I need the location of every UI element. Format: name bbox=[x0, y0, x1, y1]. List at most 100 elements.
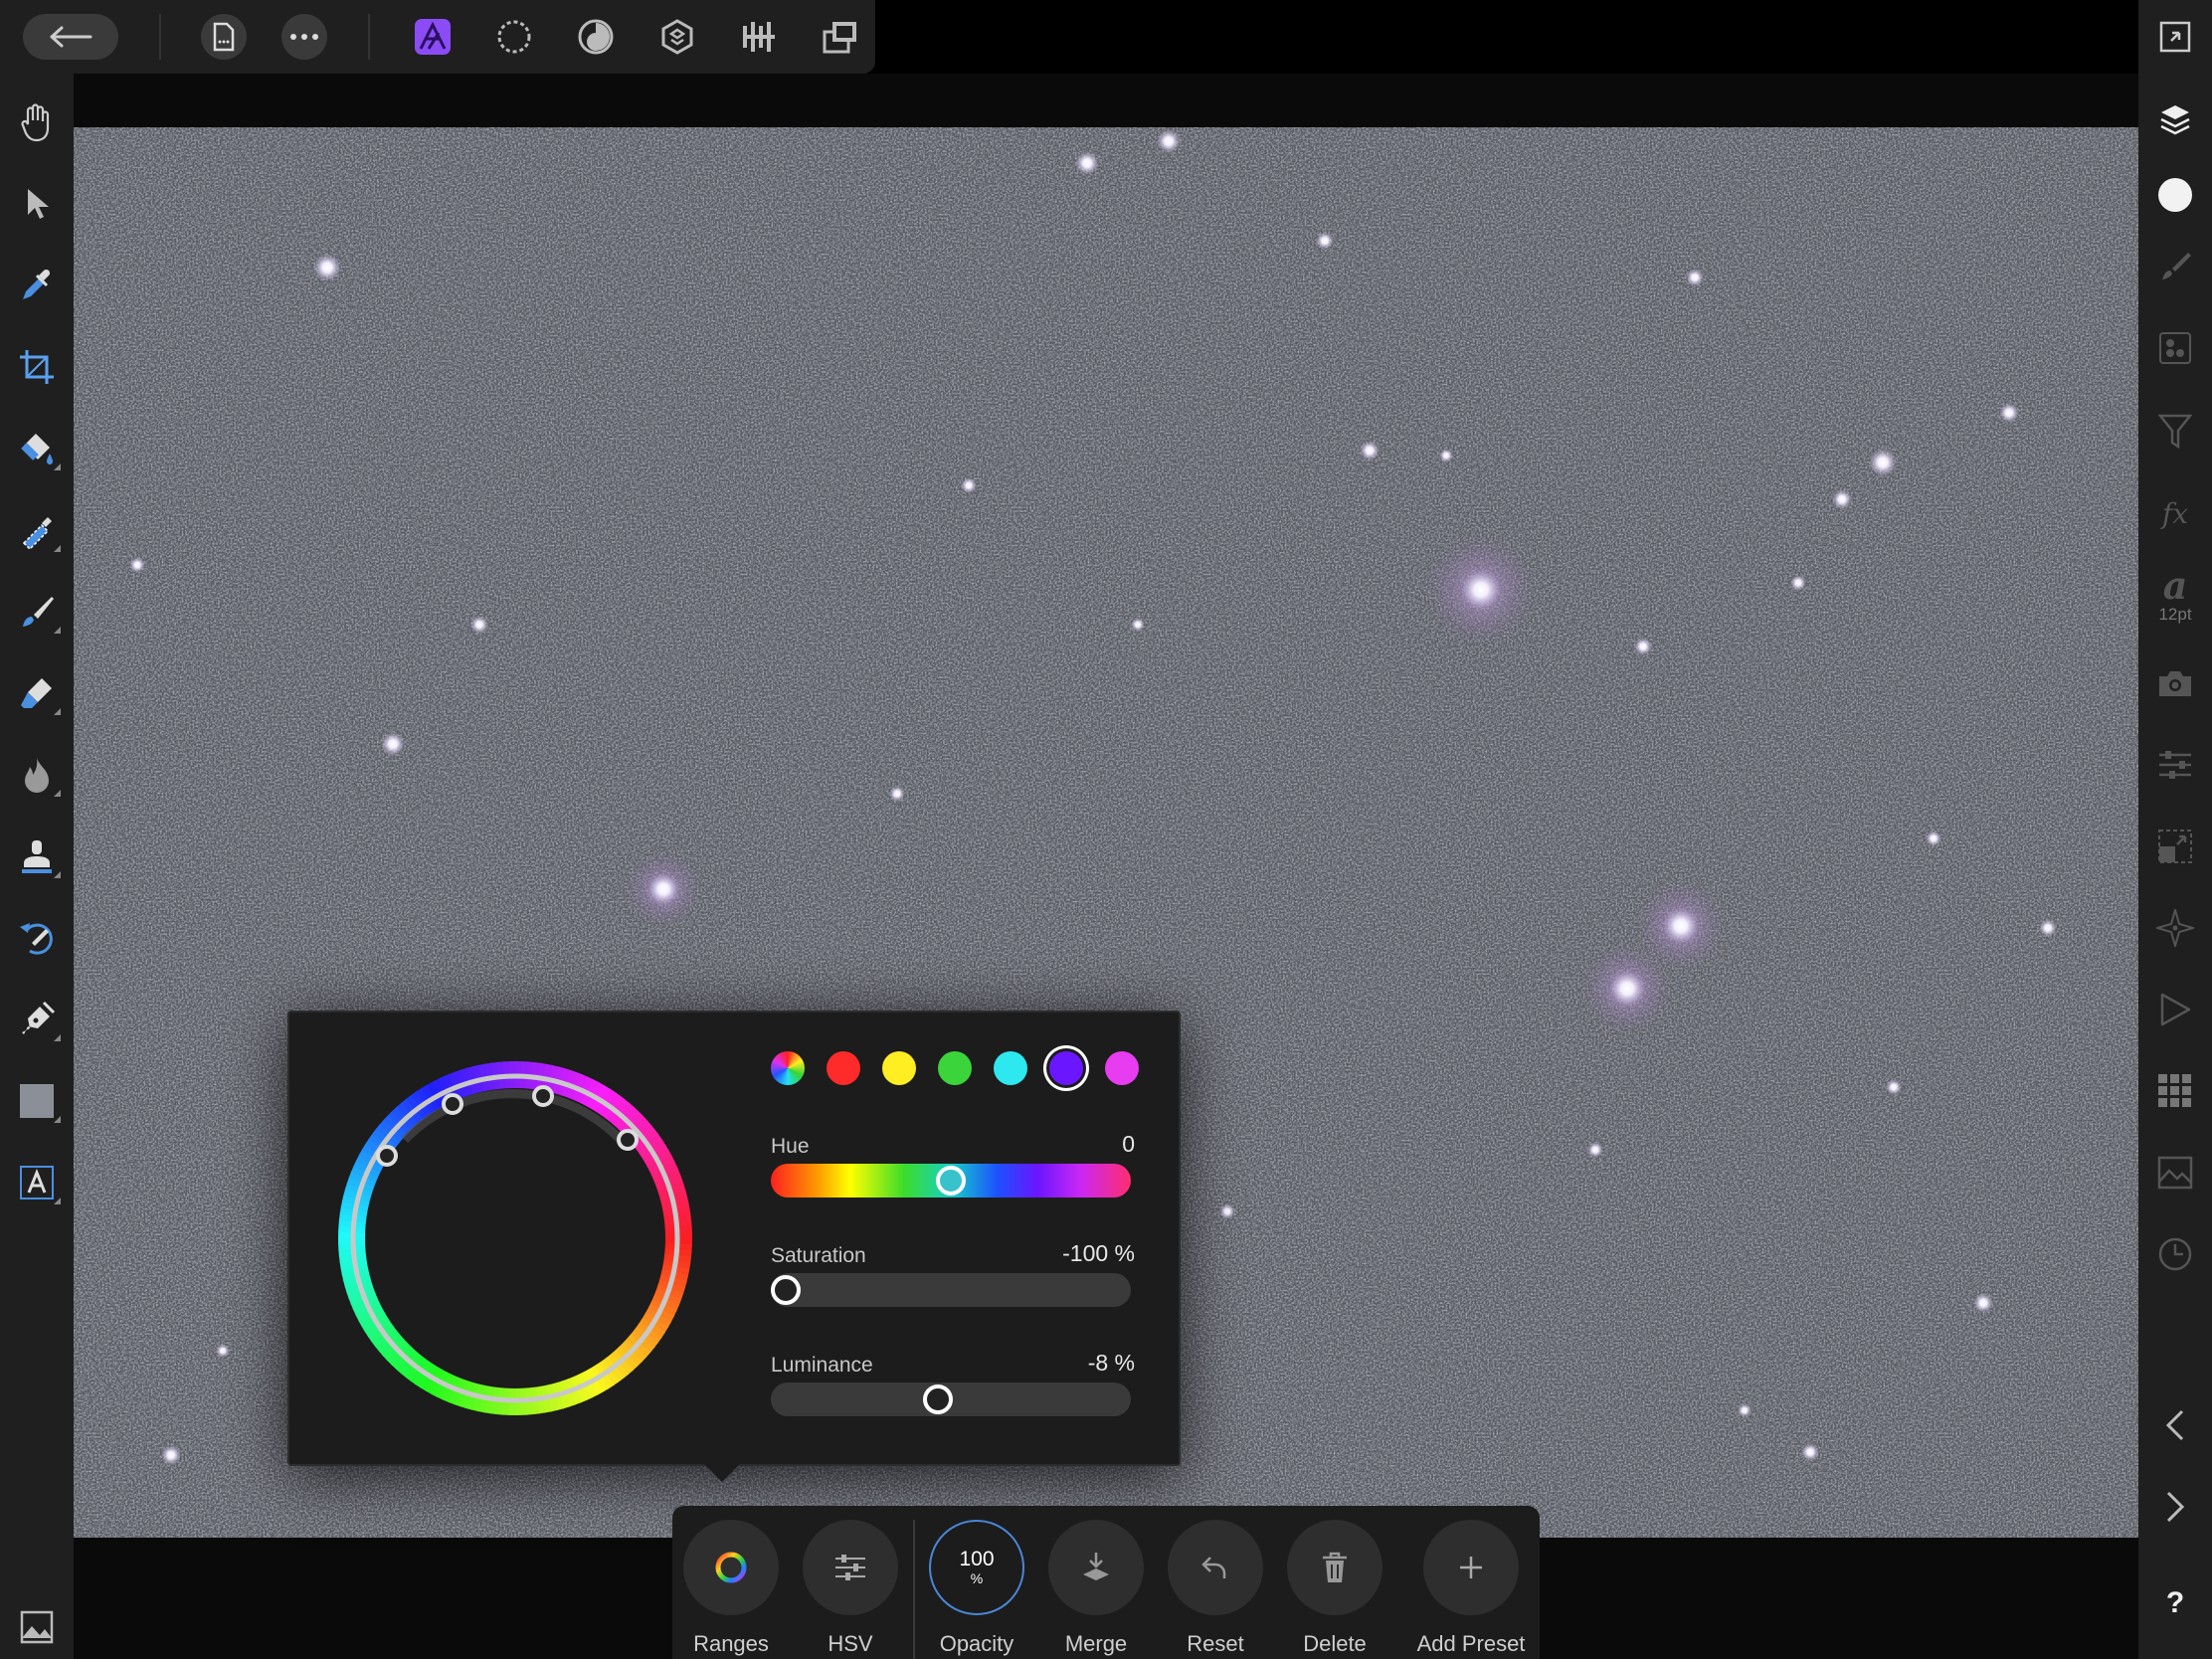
develop-persona-button[interactable] bbox=[573, 14, 619, 60]
swatch-yellow[interactable] bbox=[882, 1051, 916, 1085]
layout-button[interactable] bbox=[818, 14, 863, 60]
export-persona-button[interactable] bbox=[736, 14, 782, 60]
luminance-slider-knob[interactable] bbox=[922, 1384, 953, 1414]
pen-tool[interactable] bbox=[13, 996, 61, 1043]
color-picker-tool[interactable] bbox=[13, 262, 61, 309]
add-preset-label: Add Preset bbox=[1416, 1631, 1526, 1656]
collapse-right-button[interactable] bbox=[2151, 1483, 2199, 1531]
stock-button[interactable] bbox=[2151, 659, 2199, 707]
selection-brush-tool[interactable] bbox=[13, 506, 61, 554]
delete-circle[interactable] bbox=[1287, 1520, 1382, 1615]
hue-label: Hue bbox=[771, 1135, 810, 1158]
color-button[interactable] bbox=[2151, 171, 2199, 219]
text-style-icon: a bbox=[2162, 563, 2188, 608]
paint-brush-icon bbox=[23, 597, 54, 627]
back-button[interactable] bbox=[23, 14, 118, 60]
saturation-slider[interactable] bbox=[771, 1273, 1131, 1307]
more-button[interactable] bbox=[281, 14, 327, 60]
swatch-cyan[interactable] bbox=[994, 1051, 1027, 1085]
rectangle-shape-icon bbox=[20, 1084, 54, 1118]
add-preset-button[interactable]: Add Preset bbox=[1411, 1520, 1531, 1657]
hand-tool[interactable] bbox=[13, 98, 61, 146]
swatches-button[interactable] bbox=[2151, 1067, 2199, 1115]
range-handle[interactable] bbox=[617, 1129, 639, 1151]
liquify-persona-button[interactable] bbox=[491, 14, 537, 60]
swatch-master[interactable] bbox=[771, 1051, 805, 1085]
saturation-slider-knob[interactable] bbox=[771, 1275, 801, 1305]
filters-button[interactable] bbox=[2151, 408, 2199, 456]
navigator-button[interactable] bbox=[13, 1603, 61, 1651]
range-handle[interactable] bbox=[532, 1085, 554, 1107]
back-arrow-icon bbox=[50, 26, 92, 48]
rectangle-tool[interactable] bbox=[13, 1077, 61, 1125]
hsv-button[interactable]: HSV bbox=[796, 1520, 905, 1657]
fullscreen-button[interactable] bbox=[2151, 13, 2199, 61]
delete-button[interactable]: Delete bbox=[1280, 1520, 1389, 1657]
saturation-label: Saturation bbox=[771, 1244, 866, 1267]
tone-mapping-persona-button[interactable] bbox=[654, 14, 700, 60]
photo-persona-button[interactable] bbox=[410, 14, 456, 60]
add-preset-circle[interactable] bbox=[1423, 1520, 1519, 1615]
range-handle[interactable] bbox=[442, 1093, 463, 1115]
effects-button[interactable]: fx bbox=[2151, 489, 2199, 537]
tools-panel bbox=[0, 74, 74, 1659]
merge-button[interactable]: Merge bbox=[1041, 1520, 1151, 1657]
layers-button[interactable] bbox=[2151, 95, 2199, 143]
hsv-circle[interactable] bbox=[803, 1520, 898, 1615]
brush-icon bbox=[2162, 253, 2191, 279]
swatch-blue[interactable] bbox=[1049, 1051, 1083, 1085]
image-icon bbox=[2157, 1156, 2193, 1190]
transform-button[interactable] bbox=[2151, 823, 2199, 870]
cursor-arrow-icon bbox=[28, 189, 49, 219]
luminance-value: -8 % bbox=[1087, 1350, 1135, 1376]
history-button[interactable] bbox=[2151, 1230, 2199, 1278]
ranges-button[interactable]: Ranges bbox=[676, 1520, 786, 1657]
move-tool[interactable] bbox=[13, 180, 61, 228]
merge-circle[interactable] bbox=[1048, 1520, 1144, 1615]
text-styles-button[interactable]: a 12pt bbox=[2151, 563, 2199, 629]
brushes-button[interactable] bbox=[2151, 243, 2199, 290]
opacity-unit: % bbox=[970, 1570, 984, 1586]
hue-slider[interactable] bbox=[771, 1164, 1131, 1198]
fx-icon: fx bbox=[2161, 496, 2189, 530]
undo-arrow-icon bbox=[1201, 1557, 1226, 1578]
help-button[interactable]: ? bbox=[2151, 1579, 2199, 1627]
swatch-red[interactable] bbox=[827, 1051, 860, 1085]
reset-circle[interactable] bbox=[1168, 1520, 1263, 1615]
context-settings-button[interactable] bbox=[2151, 741, 2199, 789]
macros-button[interactable] bbox=[2151, 986, 2199, 1033]
merge-label: Merge bbox=[1064, 1631, 1128, 1656]
opacity-dial[interactable]: 100 % bbox=[929, 1520, 1024, 1615]
undo-brush-tool[interactable] bbox=[13, 914, 61, 962]
paint-brush-tool[interactable] bbox=[13, 588, 61, 636]
navigator-image-button[interactable] bbox=[2151, 1149, 2199, 1197]
swatch-green[interactable] bbox=[938, 1051, 972, 1085]
ranges-circle[interactable] bbox=[683, 1520, 779, 1615]
collapse-left-button[interactable] bbox=[2151, 1401, 2199, 1449]
hue-range-wheel[interactable] bbox=[317, 1040, 713, 1436]
filter-funnel-icon bbox=[2158, 414, 2192, 450]
document-button[interactable] bbox=[201, 14, 247, 60]
tone-mapping-persona-icon bbox=[661, 19, 693, 55]
undo-brush-icon bbox=[20, 923, 53, 955]
clock-icon bbox=[2158, 1237, 2192, 1271]
reset-button[interactable]: Reset bbox=[1161, 1520, 1270, 1657]
swatch-magenta[interactable] bbox=[1105, 1051, 1139, 1085]
adjustments-button[interactable] bbox=[2151, 324, 2199, 372]
flood-fill-tool[interactable] bbox=[13, 425, 61, 472]
camera-icon bbox=[2159, 671, 2191, 696]
hsl-adjustment-panel: Hue 0 Saturation -100 % Luminance -8 % bbox=[287, 1011, 1181, 1466]
burn-tool[interactable] bbox=[13, 751, 61, 799]
navigator-panel-button[interactable] bbox=[2151, 904, 2199, 952]
luminance-slider[interactable] bbox=[771, 1382, 1131, 1416]
erase-brush-tool[interactable] bbox=[13, 669, 61, 717]
artistic-text-tool[interactable] bbox=[13, 1159, 61, 1206]
hue-slider-knob[interactable] bbox=[936, 1166, 966, 1196]
hue-value: 0 bbox=[1122, 1131, 1135, 1157]
chevron-left-icon bbox=[2165, 1409, 2184, 1441]
range-handle[interactable] bbox=[376, 1145, 398, 1167]
clone-tool[interactable] bbox=[13, 832, 61, 880]
opacity-button[interactable]: 100 % Opacity bbox=[922, 1520, 1031, 1657]
crop-tool[interactable] bbox=[13, 343, 61, 391]
opacity-value: 100 bbox=[959, 1548, 995, 1570]
